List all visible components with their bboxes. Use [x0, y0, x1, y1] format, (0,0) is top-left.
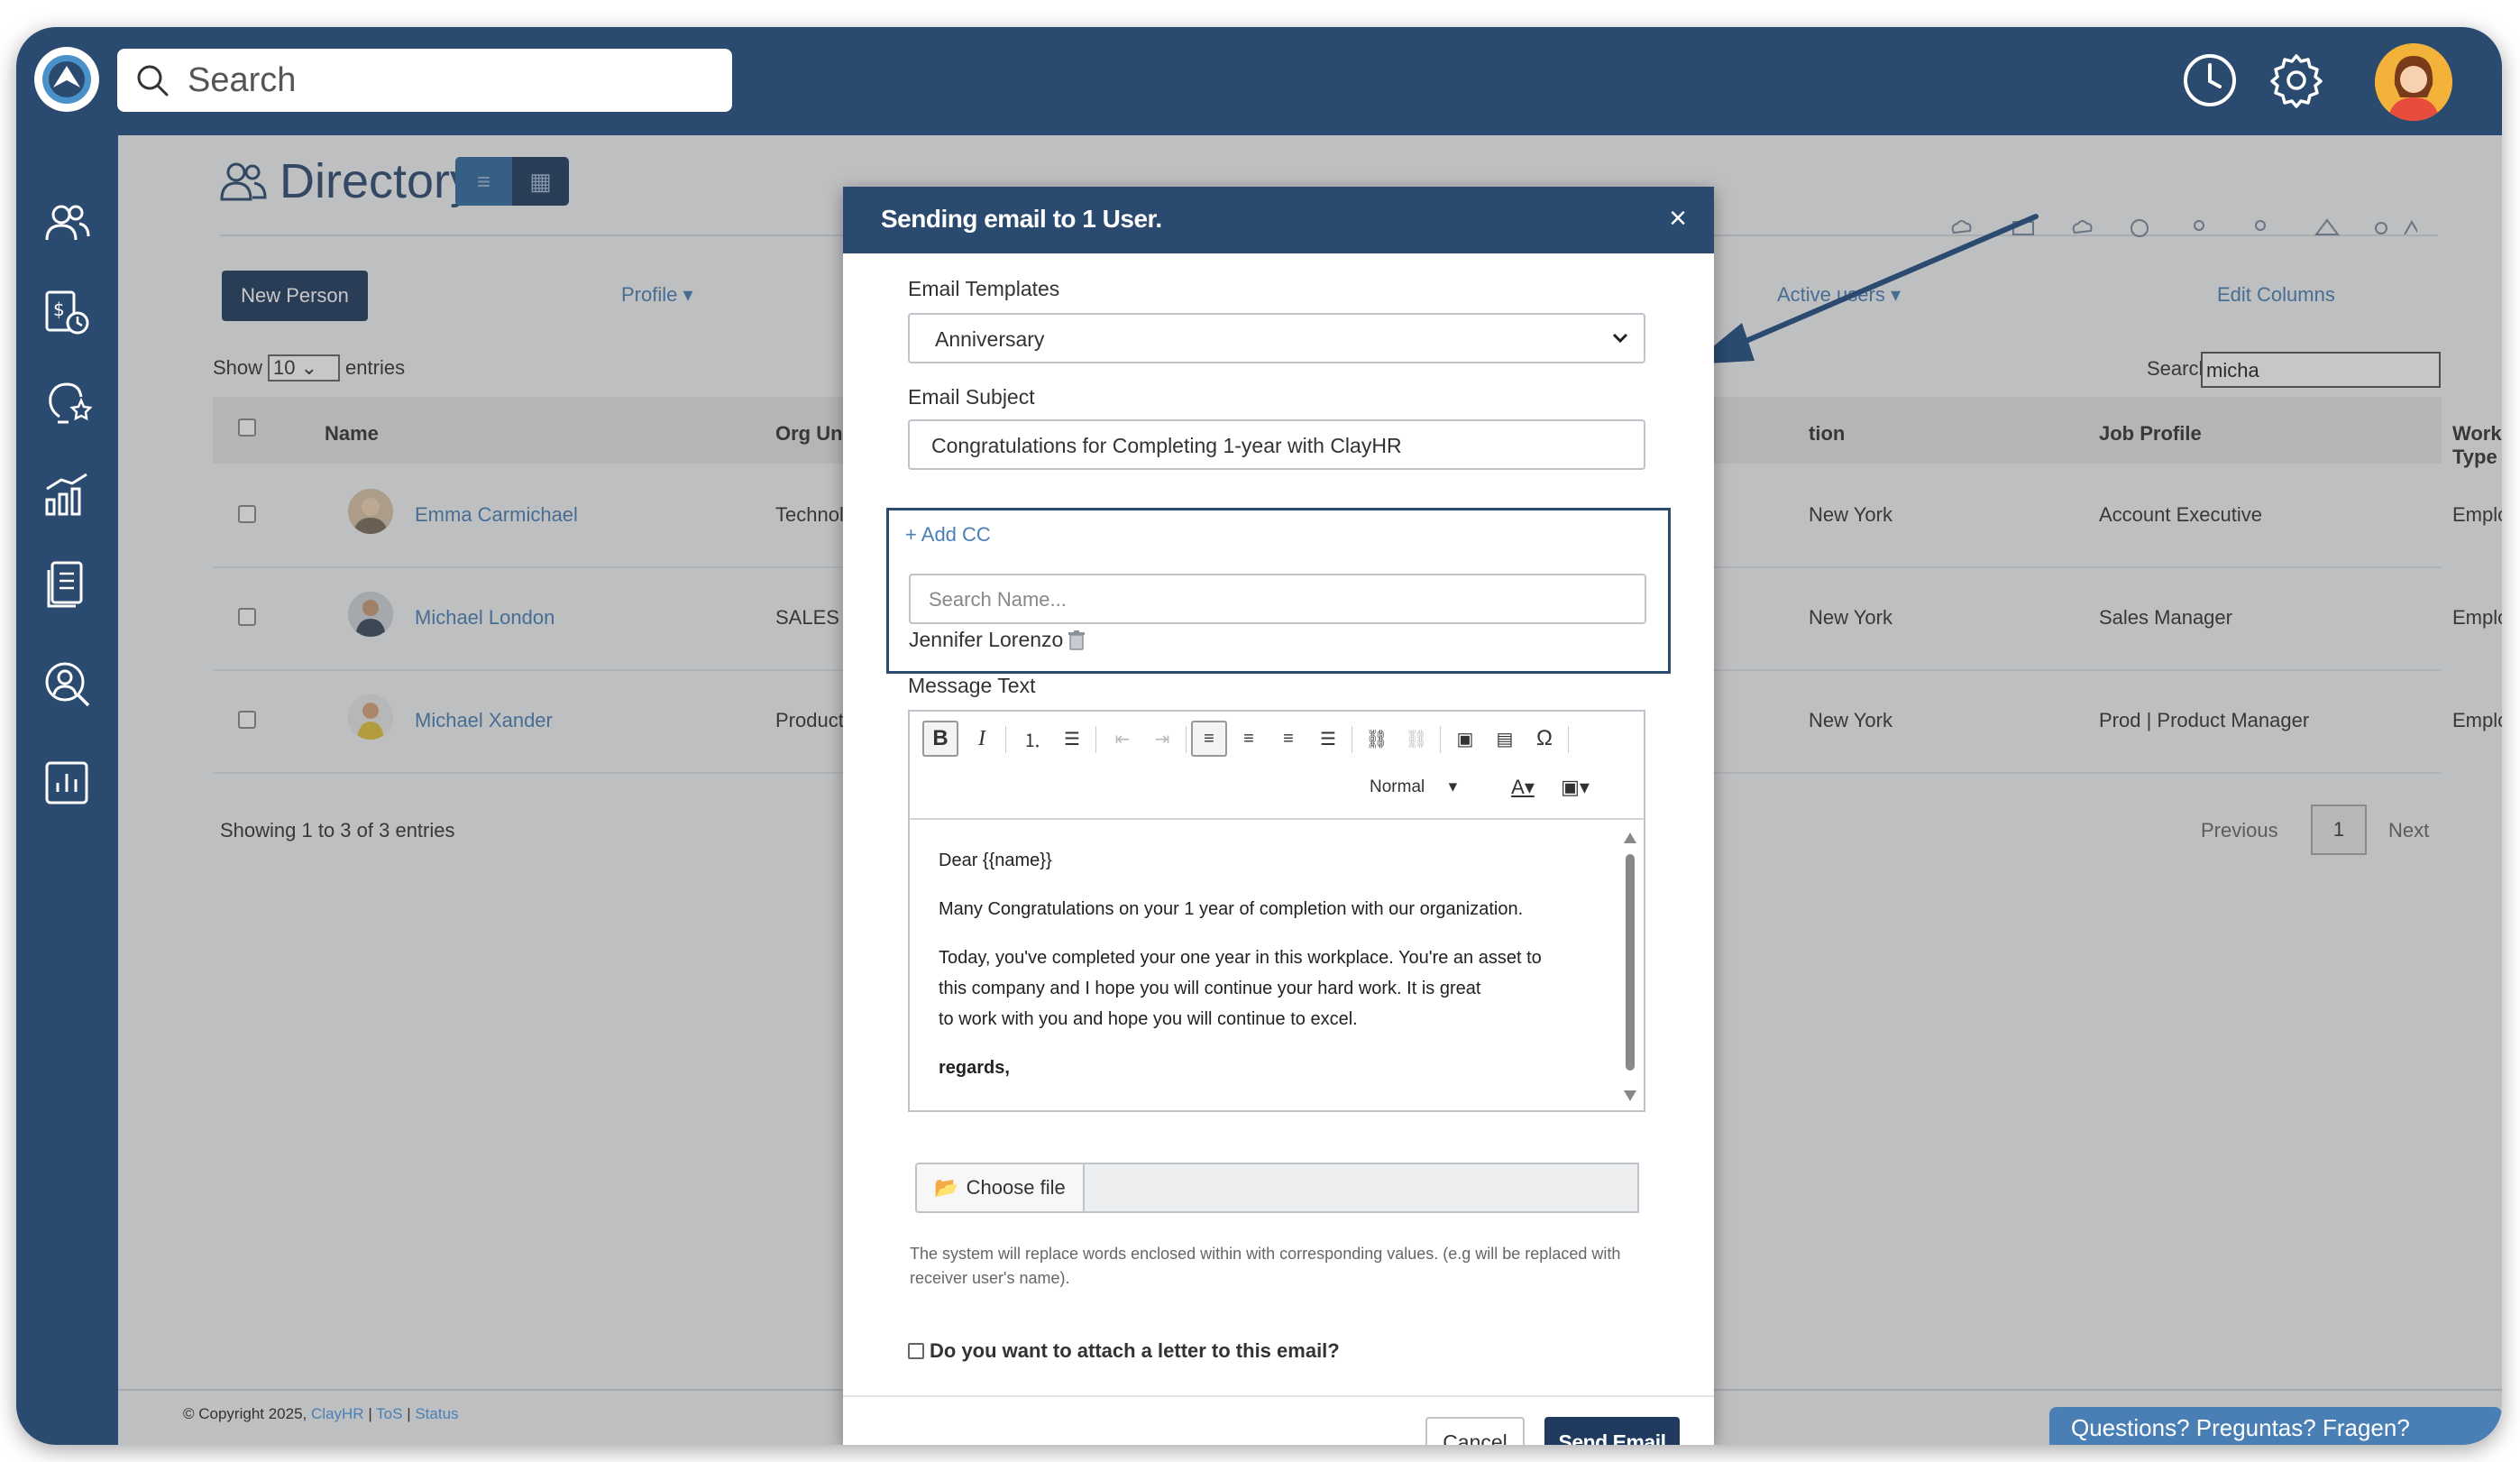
email-subject-input[interactable]: Congratulations for Completing 1-year wi… [908, 419, 1645, 470]
format-select[interactable]: Normal ▾ [1370, 777, 1457, 797]
link-icon[interactable]: ⛓ [1359, 721, 1395, 757]
trash-icon[interactable] [1068, 630, 1086, 650]
modal-title: Sending email to 1 User. [881, 205, 1162, 233]
send-email-button[interactable]: Send Email [1544, 1417, 1680, 1445]
toolbar-separator [1005, 726, 1006, 753]
footer-separator: | [407, 1405, 411, 1422]
attach-letter-label: Do you want to attach a letter to this e… [930, 1339, 1340, 1362]
avatar-icon [2375, 43, 2452, 121]
placeholder-hint: The system will replace words enclosed w… [910, 1245, 1621, 1287]
clock-icon[interactable] [2180, 51, 2240, 110]
special-char-icon[interactable]: Ω [1526, 721, 1562, 757]
payroll-icon[interactable]: $ [41, 287, 92, 337]
email-templates-label: Email Templates [908, 277, 1060, 300]
user-avatar[interactable] [2375, 43, 2452, 121]
modal-header: Sending email to 1 User. × [843, 187, 1714, 253]
body-line: this company and I hope you will continu… [939, 979, 1481, 998]
background-color-icon[interactable]: ▣▾ [1557, 769, 1593, 805]
align-center-icon[interactable]: ≡ [1231, 721, 1267, 757]
numbered-list-icon[interactable]: ⒈ [1014, 721, 1050, 757]
bullet-list-icon[interactable]: ☰ [1054, 721, 1090, 757]
global-search-input[interactable]: Search [117, 49, 732, 112]
body-greeting: Dear {{name}} [939, 851, 1052, 870]
message-text-label: Message Text [908, 674, 1036, 697]
footer-separator: | [368, 1405, 372, 1422]
top-bar: Search [16, 27, 2502, 135]
user-search-icon[interactable] [41, 658, 92, 709]
close-icon[interactable]: × [1669, 201, 1687, 236]
reports-icon[interactable] [41, 758, 92, 808]
editor-toolbar: B I ⒈ ☰ ⇤ ⇥ ≡ ≡ ≡ ☰ ⛓ ⛓ ▣ ▤ Ω Normal ▾ A… [910, 712, 1644, 820]
cc-recipient-name: Jennifer Lorenzo [909, 628, 1064, 651]
email-subject-label: Email Subject [908, 385, 1035, 409]
search-placeholder: Search [188, 60, 297, 99]
add-cc-label: Add CC [921, 523, 991, 546]
app-logo[interactable] [34, 47, 99, 112]
ideas-icon[interactable] [41, 377, 92, 428]
choose-file-label: Choose file [966, 1176, 1066, 1199]
choose-file-button[interactable]: 📂 Choose file [915, 1163, 1085, 1213]
sidebar: $ [16, 135, 118, 1445]
send-email-modal: Sending email to 1 User. × Email Templat… [843, 187, 1714, 1445]
logo-icon [42, 55, 91, 104]
message-editor: B I ⒈ ☰ ⇤ ⇥ ≡ ≡ ≡ ☰ ⛓ ⛓ ▣ ▤ Ω Normal ▾ A… [908, 710, 1645, 1112]
cc-section: + Add CC Search Name... Jennifer Lorenzo [886, 508, 1671, 674]
folder-open-icon: 📂 [934, 1176, 959, 1199]
people-icon[interactable] [41, 198, 92, 249]
search-icon [137, 65, 169, 97]
plus-icon: + [905, 523, 917, 546]
toolbar-separator [1186, 726, 1187, 753]
outdent-icon[interactable]: ⇤ [1104, 721, 1141, 757]
body-line: Today, you've completed your one year in… [939, 948, 1542, 968]
app-window: Search $ Directory ≡ ▦ New Person Profil… [16, 27, 2502, 1445]
add-cc-link[interactable]: + Add CC [905, 523, 991, 547]
email-template-select[interactable]: Anniversary [908, 313, 1645, 363]
svg-text:$: $ [53, 299, 65, 320]
italic-button[interactable]: I [964, 721, 1000, 757]
brand-link[interactable]: ClayHR [311, 1405, 364, 1422]
attach-letter-checkbox[interactable] [908, 1343, 924, 1359]
bold-button[interactable]: B [922, 721, 958, 757]
align-right-icon[interactable]: ≡ [1270, 721, 1306, 757]
body-line: Many Congratulations on your 1 year of c… [939, 899, 1524, 919]
editor-content[interactable]: Dear {{name}} Many Congratulations on yo… [910, 820, 1620, 1110]
footer: © Copyright 2025, ClayHR | ToS | Status [183, 1405, 459, 1423]
image-icon[interactable]: ▣ [1447, 721, 1483, 757]
align-left-icon[interactable]: ≡ [1191, 721, 1227, 757]
file-name-field [1083, 1163, 1639, 1213]
documents-icon[interactable] [41, 559, 92, 610]
help-chat-button[interactable]: Questions? Preguntas? Fragen? [2049, 1407, 2502, 1445]
format-value: Normal [1370, 777, 1425, 796]
toolbar-separator [1095, 726, 1096, 753]
cc-recipient: Jennifer Lorenzo [909, 628, 1086, 652]
modal-footer-divider [843, 1395, 1714, 1397]
cancel-button[interactable]: Cancel [1425, 1417, 1525, 1445]
body-line: to work with you and hope you will conti… [939, 1009, 1358, 1029]
attach-letter-option[interactable]: Do you want to attach a letter to this e… [908, 1339, 1340, 1363]
tos-link[interactable]: ToS [376, 1405, 402, 1422]
toolbar-separator [1440, 726, 1441, 753]
body-closing: regards, [939, 1058, 1010, 1078]
text-color-icon[interactable]: A▾ [1505, 769, 1541, 805]
align-justify-icon[interactable]: ☰ [1310, 721, 1346, 757]
analytics-icon[interactable] [41, 469, 92, 520]
status-link[interactable]: Status [415, 1405, 458, 1422]
indent-icon[interactable]: ⇥ [1144, 721, 1180, 757]
toolbar-separator [1568, 726, 1569, 753]
horizontal-rule-icon[interactable]: ▤ [1487, 721, 1523, 757]
email-template-value: Anniversary [935, 327, 1045, 351]
cc-search-input[interactable]: Search Name... [909, 574, 1646, 624]
unlink-icon[interactable]: ⛓ [1398, 721, 1434, 757]
gear-icon[interactable] [2267, 51, 2326, 110]
copyright-text: © Copyright 2025, [183, 1405, 307, 1422]
chevron-down-icon [1612, 333, 1628, 344]
editor-scrollbar[interactable] [1622, 829, 1638, 1105]
annotation-arrow [1691, 214, 2039, 364]
